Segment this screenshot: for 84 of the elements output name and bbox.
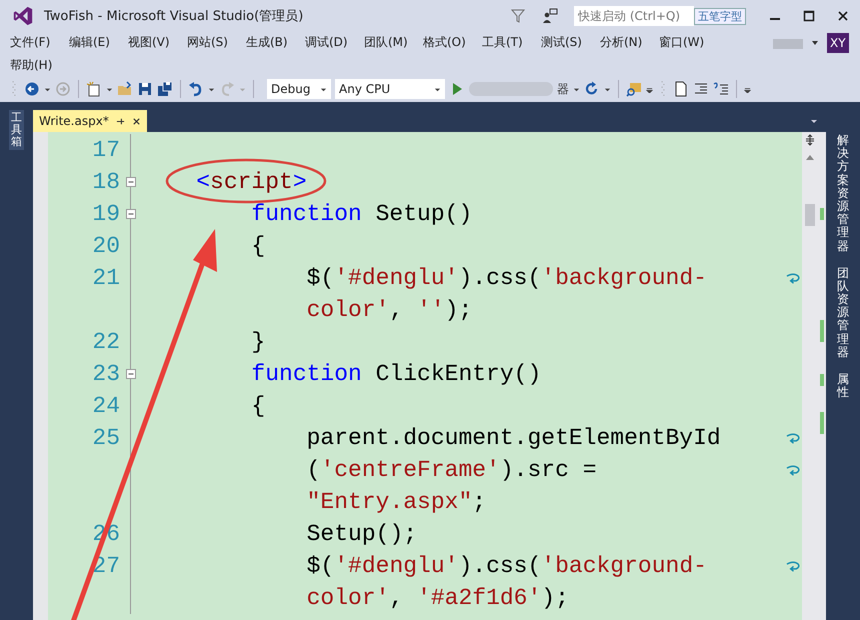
- menu-item[interactable]: 格式(O): [416, 32, 475, 55]
- line-number: 19: [92, 201, 120, 227]
- pin-icon[interactable]: [116, 116, 125, 126]
- caret-icon[interactable]: [44, 86, 51, 92]
- line-number: 22: [92, 329, 120, 355]
- toolbox-tab[interactable]: 工具箱: [9, 110, 24, 150]
- overflow-icon[interactable]: [744, 86, 751, 92]
- code-line: {: [251, 233, 266, 259]
- menu-item[interactable]: 网站(S): [180, 32, 239, 55]
- blurred-username: [773, 39, 803, 49]
- filter-icon[interactable]: [510, 8, 526, 24]
- menu-item[interactable]: 文件(F): [3, 32, 62, 55]
- refresh-icon[interactable]: [584, 81, 600, 97]
- scroll-thumb[interactable]: [805, 204, 815, 226]
- code-line: function ClickEntry(): [251, 361, 542, 387]
- menu-item[interactable]: 生成(B): [239, 32, 298, 55]
- line-number: 24: [92, 393, 120, 419]
- code-line: {: [251, 393, 266, 419]
- back-icon[interactable]: [24, 81, 40, 97]
- tab-dropdown-icon[interactable]: [810, 117, 818, 125]
- window-title: TwoFish - Microsoft Visual Studio(管理员): [44, 8, 304, 25]
- vs-logo-icon: [12, 5, 34, 27]
- caret-icon[interactable]: [573, 86, 580, 92]
- code-line: <script>: [196, 169, 307, 195]
- code-line: "Entry.aspx";: [306, 489, 486, 515]
- quick-launch-field[interactable]: 快速启动 (Ctrl+Q): [574, 6, 694, 26]
- line-number: 23: [92, 361, 120, 387]
- caret-icon[interactable]: [106, 86, 113, 92]
- document-tab[interactable]: Write.aspx*: [33, 110, 147, 132]
- tool-window-tab[interactable]: 属性: [835, 371, 851, 402]
- maximize-button[interactable]: [803, 10, 815, 22]
- menu-item[interactable]: 调试(D): [298, 32, 357, 55]
- menu-item[interactable]: 分析(N): [593, 32, 652, 55]
- platform-dropdown[interactable]: Any CPU: [335, 79, 445, 99]
- menu-item[interactable]: 团队(M): [357, 32, 416, 55]
- comment-lines-icon[interactable]: [713, 81, 729, 97]
- save-all-icon[interactable]: [157, 81, 173, 97]
- line-number: 20: [92, 233, 120, 259]
- ime-indicator: 五笔字型: [694, 8, 746, 24]
- close-button[interactable]: [837, 10, 849, 22]
- vertical-scrollbar[interactable]: [802, 132, 818, 620]
- code-line: Setup();: [306, 521, 418, 547]
- code-line: $('#denglu').css('background-: [306, 265, 707, 291]
- caret-icon[interactable]: [604, 86, 611, 92]
- folder-icon[interactable]: [117, 81, 133, 97]
- collapse-icon[interactable]: [126, 209, 136, 219]
- code-line: color', '');: [306, 297, 472, 323]
- code-line: }: [251, 329, 266, 355]
- line-number: 21: [92, 265, 120, 291]
- menu-item[interactable]: 测试(S): [534, 32, 593, 55]
- overflow-icon[interactable]: [646, 86, 653, 92]
- document-icon[interactable]: [673, 81, 689, 97]
- menu-item[interactable]: 窗口(W): [652, 32, 711, 55]
- user-avatar[interactable]: XY: [827, 33, 849, 53]
- code-line: function Setup(): [251, 201, 472, 227]
- run-target-label[interactable]: 器: [557, 80, 569, 98]
- caret-icon: [320, 86, 327, 92]
- undo-icon[interactable]: [188, 81, 204, 97]
- caret-icon[interactable]: [208, 86, 215, 92]
- code-line: $('#denglu').css('background-: [306, 553, 707, 579]
- tool-window-tab[interactable]: 团队资源管理器: [835, 264, 851, 361]
- split-icon[interactable]: [804, 134, 816, 146]
- line-number: 25: [92, 425, 120, 451]
- menu-item[interactable]: 视图(V): [121, 32, 180, 55]
- new-project-icon[interactable]: [86, 81, 102, 97]
- scroll-up-icon[interactable]: [806, 154, 814, 160]
- configuration-dropdown[interactable]: Debug: [267, 79, 331, 99]
- caret-icon[interactable]: [811, 39, 819, 47]
- feedback-icon[interactable]: [542, 8, 558, 24]
- menu-item[interactable]: 帮助(H): [3, 55, 62, 78]
- save-icon[interactable]: [137, 81, 153, 97]
- close-tab-icon[interactable]: [132, 116, 141, 126]
- line-number: 17: [92, 137, 120, 163]
- collapse-icon[interactable]: [126, 177, 136, 187]
- code-line: ('centreFrame').src =: [306, 457, 596, 483]
- menu-item[interactable]: 编辑(E): [62, 32, 121, 55]
- collapse-icon[interactable]: [126, 369, 136, 379]
- code-line: color', '#a2f1d6');: [306, 585, 569, 611]
- find-in-files-icon[interactable]: [626, 81, 642, 97]
- caret-icon: [434, 86, 441, 92]
- menu-item[interactable]: 工具(T): [475, 32, 534, 55]
- line-number: 18: [92, 169, 120, 195]
- tool-window-tab[interactable]: 解决方案资源管理器: [835, 132, 851, 255]
- code-line: parent.document.getElementById: [306, 425, 721, 451]
